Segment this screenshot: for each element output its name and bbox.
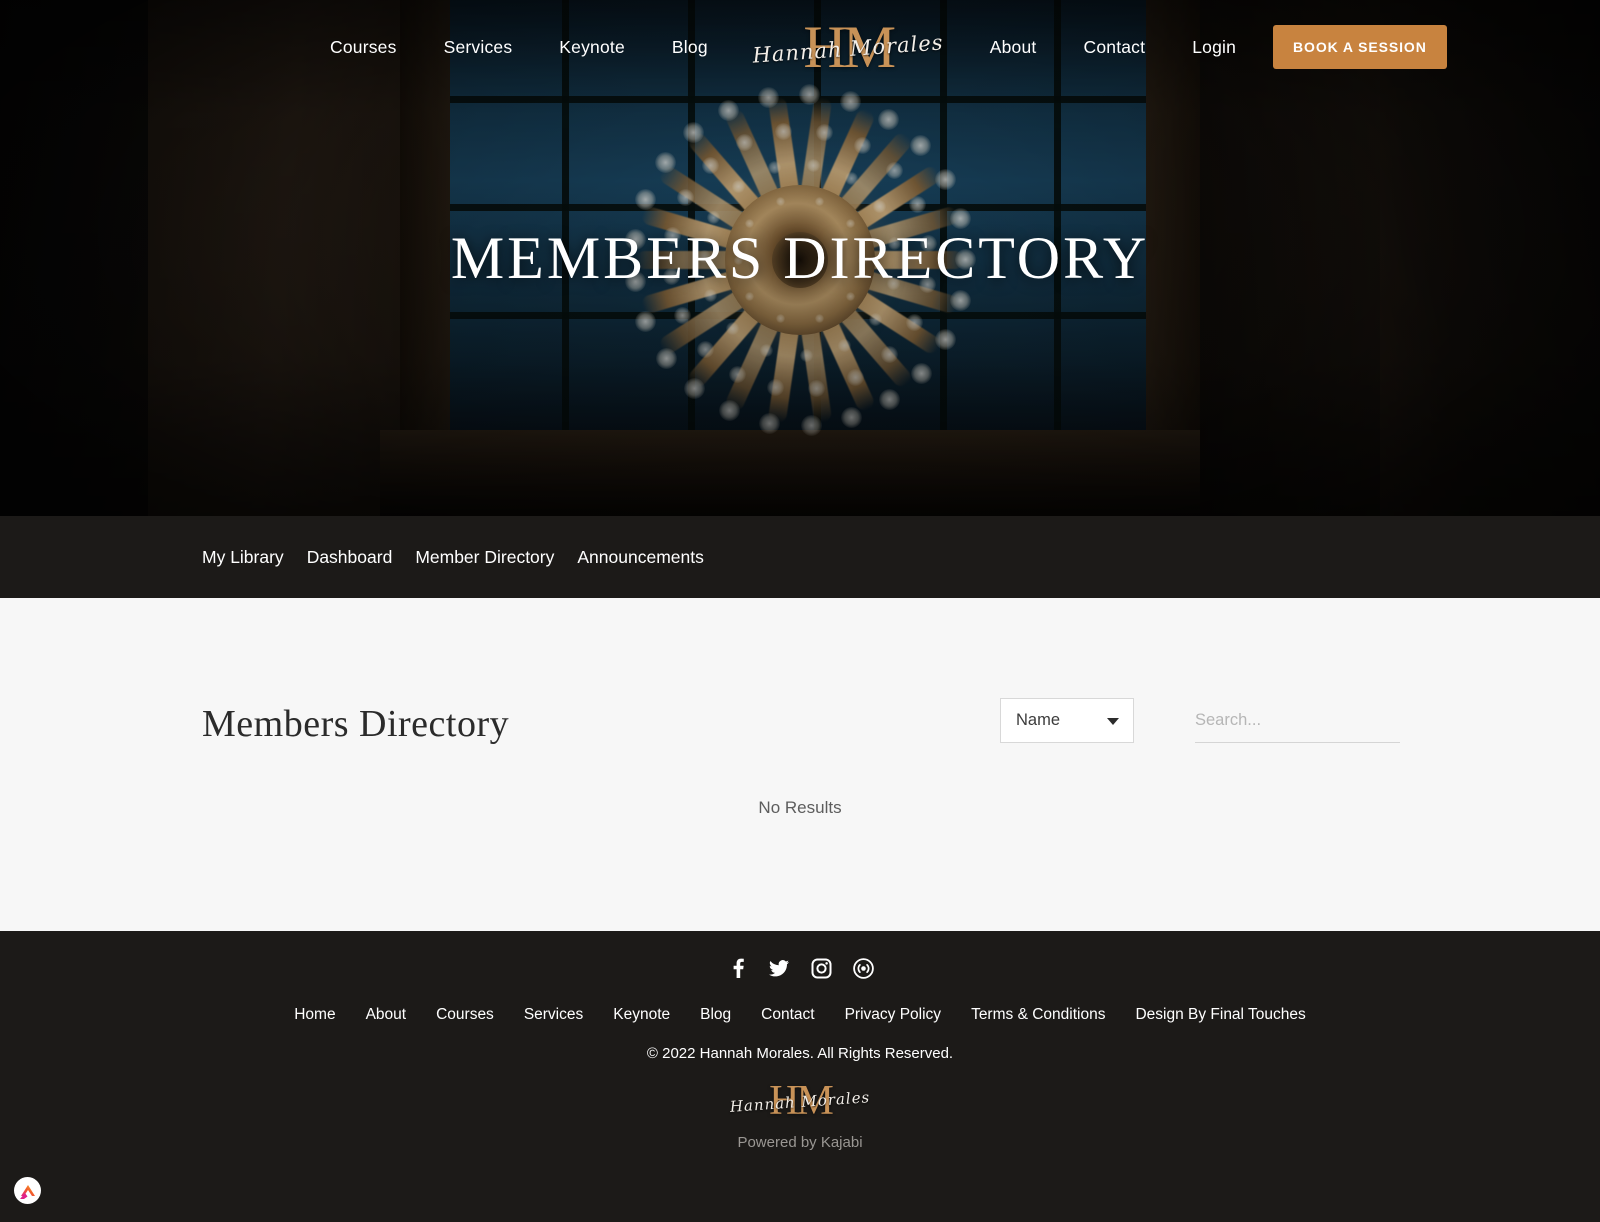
twitter-icon[interactable] — [768, 957, 790, 979]
section-heading: Members Directory — [202, 703, 510, 745]
nav-login[interactable]: Login — [1192, 37, 1236, 58]
footer-link-privacy-policy[interactable]: Privacy Policy — [830, 1006, 956, 1024]
nav-courses[interactable]: Courses — [330, 37, 397, 58]
footer-link-keynote[interactable]: Keynote — [598, 1006, 685, 1024]
powered-by-text: Powered by Kajabi — [737, 1134, 863, 1151]
footer-link-services[interactable]: Services — [509, 1006, 598, 1024]
filter-select-value: Name — [1016, 711, 1061, 729]
nav-keynote[interactable]: Keynote — [559, 37, 625, 58]
footer-link-contact[interactable]: Contact — [746, 1006, 829, 1024]
site-logo[interactable]: HM Hannah Morales — [752, 5, 944, 89]
book-a-session-button[interactable]: BOOK A SESSION — [1273, 25, 1447, 69]
subnav-item-member-directory[interactable]: Member Directory — [415, 547, 554, 568]
empty-state-message: No Results — [758, 798, 842, 817]
facebook-icon[interactable] — [727, 957, 747, 979]
nav-contact[interactable]: Contact — [1083, 37, 1145, 58]
kajabi-badge-icon[interactable] — [14, 1177, 41, 1204]
nav-right-group: About Contact Login — [990, 37, 1236, 58]
member-subnavigation: My Library Dashboard Member Directory An… — [0, 516, 1600, 598]
nav-about[interactable]: About — [990, 37, 1037, 58]
instagram-icon[interactable] — [811, 958, 832, 979]
copyright-text: © 2022 Hannah Morales. All Rights Reserv… — [646, 1045, 954, 1062]
nav-blog[interactable]: Blog — [672, 37, 708, 58]
footer-link-courses[interactable]: Courses — [421, 1006, 509, 1024]
subnav-item-announcements[interactable]: Announcements — [577, 547, 703, 568]
directory-controls: Name — [1000, 698, 1400, 743]
footer-link-list: Home About Courses Services Keynote Blog… — [279, 1006, 1321, 1024]
chevron-down-icon — [1107, 717, 1119, 725]
footer-link-terms[interactable]: Terms & Conditions — [956, 1006, 1120, 1024]
main-content: Members Directory Name No Results — [0, 598, 1600, 931]
footer-link-home[interactable]: Home — [279, 1006, 350, 1024]
nav-services[interactable]: Services — [444, 37, 513, 58]
podcast-icon[interactable] — [852, 957, 874, 979]
footer-link-about[interactable]: About — [351, 1006, 422, 1024]
footer-link-design-credit[interactable]: Design By Final Touches — [1120, 1006, 1320, 1024]
footer-link-blog[interactable]: Blog — [685, 1006, 746, 1024]
search-input[interactable] — [1195, 698, 1400, 743]
site-footer: Home About Courses Services Keynote Blog… — [0, 931, 1600, 1222]
filter-select[interactable]: Name — [1000, 698, 1134, 743]
footer-logo[interactable]: HM Hannah Morales — [725, 1073, 875, 1129]
subnav-item-my-library[interactable]: My Library — [202, 547, 284, 568]
nav-left-group: Courses Services Keynote Blog — [330, 37, 708, 58]
subnav-item-dashboard[interactable]: Dashboard — [307, 547, 393, 568]
hero-section: Courses Services Keynote Blog HM Hannah … — [0, 0, 1600, 516]
top-navigation: Courses Services Keynote Blog HM Hannah … — [0, 0, 1600, 94]
social-links — [727, 957, 874, 979]
